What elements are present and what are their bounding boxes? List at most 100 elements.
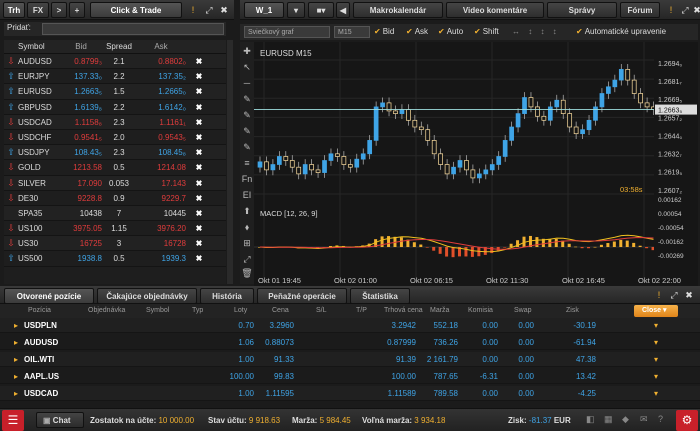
panel-title-click-trade[interactable]: Click & Trade [90, 2, 182, 18]
quote-bid[interactable]: 108.43₅ [60, 145, 102, 159]
remove-icon[interactable]: ✖ [186, 236, 212, 250]
remove-icon[interactable]: ✖ [186, 206, 212, 220]
dropdown-icon[interactable]: ▾ [654, 369, 658, 384]
tab-open-positions[interactable]: Otvorené pozície [4, 288, 94, 304]
quote-row[interactable]: ⇩ DE30 9228.8 0.9 9229.7 ✖ [4, 191, 226, 206]
quote-row[interactable]: ⇩ US30 16725 3 16728 ✖ [4, 236, 226, 252]
quote-ask[interactable]: 108.45₈ [136, 145, 186, 159]
position-row[interactable]: ▸ USDCAD 1.00 1.11595 1.11589 789.58 0.00 0.00 -… [0, 386, 700, 401]
zoom-controls[interactable]: ↔ ↕ ↕ ↕ [512, 26, 560, 38]
quote-row[interactable]: ⇧ GBPUSD 1.6139₈ 2.2 1.6142₀ ✖ [4, 100, 226, 115]
quote-row[interactable]: ⇧ EURJPY 137.33₀ 2.2 137.35₂ ✖ [4, 69, 226, 85]
position-row[interactable]: ▸ OIL.WTI 1.00 91.33 91.39 2 161.79 0.00 0.00 47… [0, 352, 700, 367]
tab-statistics[interactable]: Štatistika [350, 288, 410, 304]
auto-adjust-checkbox[interactable]: ✔ Automatické upravenie [576, 26, 666, 38]
hline-icon[interactable]: ─ [240, 78, 254, 88]
shift-checkbox[interactable]: ✔ Shift [474, 26, 499, 38]
quote-ask[interactable]: 9229.7 [136, 191, 186, 205]
quote-bid[interactable]: 10438 [60, 206, 102, 220]
close-icon[interactable]: ✖ [682, 288, 696, 302]
ask-checkbox[interactable]: ✔ Ask [406, 26, 428, 38]
grid-icon[interactable]: ⊞ [240, 238, 254, 249]
indicator-icon[interactable]: EI [240, 190, 254, 200]
dropdown-icon[interactable]: ▾ [654, 335, 658, 350]
quote-ask[interactable]: 0.8802₀ [136, 54, 186, 68]
quote-bid[interactable]: 1.1158₈ [60, 115, 102, 129]
quote-ask[interactable]: 1.2665₀ [136, 84, 186, 98]
quote-row[interactable]: SPA35 10438 7 10445 ✖ [4, 205, 226, 222]
pencil-icon[interactable]: ✎ [240, 94, 254, 105]
remove-icon[interactable]: ✖ [186, 100, 212, 114]
quote-bid[interactable]: 1.6139₈ [60, 100, 102, 114]
tab-macro-calendar[interactable]: Makrokalendár [353, 2, 443, 18]
quote-row[interactable]: ⇩ AUDUSD 0.8799₃ 2.1 0.8802₀ ✖ [4, 54, 226, 70]
drop-icon[interactable]: ⬧ [240, 222, 254, 233]
close-icon[interactable]: ✖ [690, 3, 700, 17]
quote-ask[interactable]: 1.6142₀ [136, 100, 186, 114]
quote-ask[interactable]: 1214.08 [136, 160, 186, 174]
tab-add[interactable]: + [69, 2, 85, 18]
detach-icon[interactable]: ⤢ [202, 3, 216, 17]
info-icon[interactable]: ! [186, 3, 200, 17]
quote-bid[interactable]: 0.9541₅ [60, 130, 102, 144]
chart-type-dropdown[interactable]: ■▾ [308, 2, 334, 18]
quote-row[interactable]: ⇧ EURUSD 1.2663₅ 1.5 1.2665₀ ✖ [4, 84, 226, 100]
tab-news[interactable]: Správy [547, 2, 617, 18]
tab-pending-orders[interactable]: Čakajúce objednávky [97, 288, 197, 304]
pencil-icon[interactable]: ✎ [240, 126, 254, 137]
bid-checkbox[interactable]: ✔ Bid [374, 26, 394, 38]
expand-arrow-icon[interactable]: ▸ [14, 335, 18, 350]
expand-icon[interactable]: ⤢ [240, 254, 254, 265]
remove-icon[interactable]: ✖ [186, 176, 212, 190]
quote-bid[interactable]: 9228.8 [60, 191, 102, 205]
info-icon[interactable]: ! [652, 288, 666, 302]
remove-icon[interactable]: ✖ [186, 69, 212, 83]
expand-arrow-icon[interactable]: ▸ [14, 386, 18, 401]
crosshair-icon[interactable]: ✚ [240, 46, 254, 57]
help-icon[interactable]: ? [658, 414, 663, 424]
pencil-icon[interactable]: ✎ [240, 142, 254, 153]
remove-icon[interactable]: ✖ [186, 130, 212, 144]
tab-chart-w1[interactable]: W_1 [244, 2, 284, 18]
sound-icon[interactable]: ◧ [586, 414, 595, 425]
expand-arrow-icon[interactable]: ▸ [14, 352, 18, 367]
tab-forum[interactable]: Fórum [620, 2, 660, 18]
quote-ask[interactable]: 10445 [136, 206, 186, 220]
tag-icon[interactable]: ◆ [622, 414, 629, 425]
quote-bid[interactable]: 0.8799₃ [60, 54, 102, 68]
shape-icon[interactable]: ⬆ [240, 206, 254, 217]
fibonacci-icon[interactable]: ≡ [240, 158, 254, 168]
quote-row[interactable]: ⇩ US100 3975.05 1.15 3976.20 ✖ [4, 221, 226, 237]
info-icon[interactable]: ! [664, 3, 678, 17]
quote-bid[interactable]: 3975.05 [60, 221, 102, 235]
auto-checkbox[interactable]: ✔ Auto [438, 26, 463, 38]
dropdown-icon[interactable]: ▾ [654, 318, 658, 333]
remove-icon[interactable]: ✖ [186, 84, 212, 98]
position-row[interactable]: ▸ USDPLN 0.70 3.2960 3.2942 552.18 0.00 0.00 -30… [0, 318, 700, 333]
quote-ask[interactable]: 1939.3 [136, 251, 186, 265]
remove-icon[interactable]: ✖ [186, 145, 212, 159]
expand-arrow-icon[interactable]: ▸ [14, 318, 18, 333]
quote-ask[interactable]: 16728 [136, 236, 186, 250]
menu-button[interactable]: ☰ [2, 410, 24, 431]
remove-icon[interactable]: ✖ [186, 221, 212, 235]
trash-icon[interactable]: 🗑 [240, 268, 254, 279]
position-row[interactable]: ▸ AUDUSD 1.06 0.88073 0.87999 736.26 0.00 0.00 -… [0, 335, 700, 350]
mail-icon[interactable]: ✉ [640, 414, 648, 425]
tab-next[interactable]: > [51, 2, 67, 18]
tab-fx[interactable]: FX [27, 2, 49, 18]
quote-row[interactable]: ⇧ US500 1938.8 0.5 1939.3 ✖ [4, 251, 226, 267]
quote-row[interactable]: ⇩ USDCAD 1.1158₈ 2.3 1.1161₁ ✖ [4, 114, 226, 130]
quote-bid[interactable]: 17.090 [60, 176, 102, 190]
close-icon[interactable]: ✖ [217, 3, 231, 17]
settings-button[interactable]: ⚙ [676, 410, 698, 431]
quote-row[interactable]: ⇩ GOLD 1213.58 0.5 1214.08 ✖ [4, 160, 226, 176]
close-all-button[interactable]: Close ▾ [634, 305, 678, 317]
quote-ask[interactable]: 0.9543₅ [136, 130, 186, 144]
quote-bid[interactable]: 16725 [60, 236, 102, 250]
position-row[interactable]: ▸ AAPL.US 100.00 99.83 100.00 787.65 -6.31 0.00… [0, 369, 700, 384]
remove-icon[interactable]: ✖ [186, 251, 212, 265]
remove-icon[interactable]: ✖ [186, 191, 212, 205]
quote-row[interactable]: ⇧ USDJPY 108.43₅ 2.3 108.45₈ ✖ [4, 145, 226, 161]
quote-ask[interactable]: 17.143 [136, 176, 186, 190]
